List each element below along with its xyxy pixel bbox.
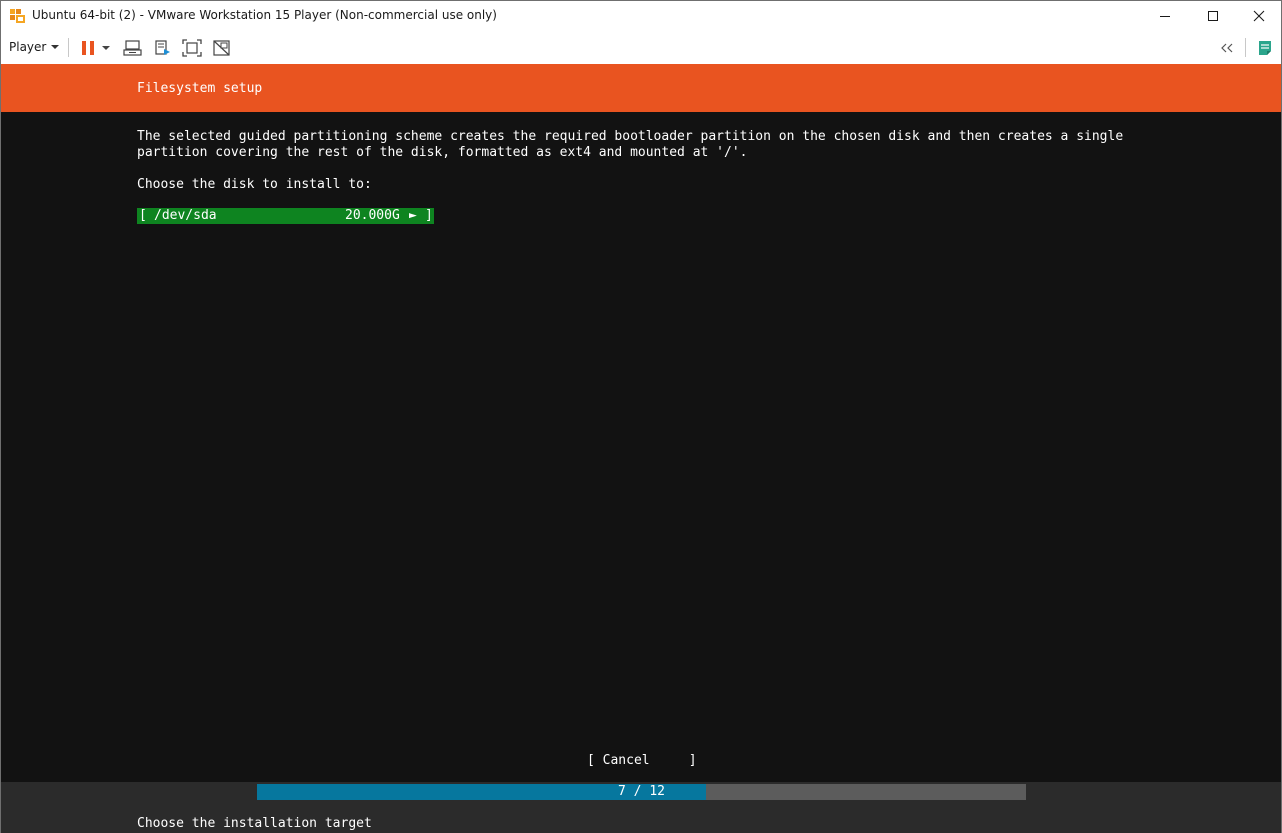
pause-icon [82, 41, 94, 55]
installer-header: Filesystem setup [1, 64, 1281, 112]
chevron-down-icon [51, 45, 60, 49]
library-button[interactable] [1255, 38, 1275, 58]
minimize-icon [1160, 16, 1170, 17]
disk-size: 20.000G [345, 208, 400, 223]
close-button[interactable] [1236, 1, 1282, 31]
window-title-bar: Ubuntu 64-bit (2) - VMware Workstation 1… [0, 0, 1282, 31]
removable-devices-icon [155, 40, 170, 55]
library-icon [1259, 41, 1271, 55]
pause-button[interactable] [78, 38, 98, 58]
player-menu-label: Player [9, 40, 47, 54]
install-progress-label: 7 / 12 [618, 784, 665, 799]
player-menu-button[interactable]: Player [9, 38, 60, 56]
power-options-dropdown[interactable] [99, 38, 113, 58]
full-screen-icon [182, 39, 202, 57]
installer-footer: 7 / 12 Choose the installation target [1, 782, 1281, 833]
full-screen-button[interactable] [182, 38, 202, 58]
footer-hint: Choose the installation target [137, 816, 372, 831]
toolbar-divider [68, 38, 69, 57]
disk-option-sda[interactable]: [ /dev/sda 20.000G ► ] [137, 208, 434, 224]
close-icon [1253, 10, 1265, 22]
vmware-toolbar: Player [0, 31, 1282, 64]
choose-disk-prompt: Choose the disk to install to: [137, 177, 372, 192]
toolbar-divider [1245, 38, 1246, 57]
window-title: Ubuntu 64-bit (2) - VMware Workstation 1… [32, 8, 497, 22]
install-progress-bar: 7 / 12 [257, 784, 1026, 800]
maximize-button[interactable] [1190, 1, 1236, 31]
unity-button[interactable] [212, 38, 232, 58]
collapse-toolbar-icon [1221, 43, 1233, 53]
description-line-1: The selected guided partitioning scheme … [137, 129, 1124, 144]
maximize-icon [1208, 11, 1218, 21]
cancel-button[interactable]: [ Cancel ] [587, 753, 697, 769]
disk-close-bracket: ] [425, 208, 433, 223]
vmware-app-icon[interactable] [10, 8, 26, 24]
disk-open-bracket: [ [139, 208, 147, 223]
installer-title: Filesystem setup [137, 81, 263, 96]
dropdown-arrow-icon [102, 46, 110, 50]
unity-icon [213, 40, 230, 56]
disk-name: /dev/sda [154, 208, 217, 223]
removable-devices-button[interactable] [153, 38, 173, 58]
send-ctrl-alt-del-icon [123, 40, 142, 56]
collapse-toolbar-button[interactable] [1217, 38, 1237, 58]
vm-display[interactable]: Filesystem setup The selected guided par… [0, 64, 1282, 833]
send-ctrl-alt-del-button[interactable] [123, 38, 143, 58]
description-line-2: partition covering the rest of the disk,… [137, 145, 748, 160]
minimize-button[interactable] [1142, 1, 1188, 31]
submenu-arrow-icon: ► [409, 208, 417, 223]
